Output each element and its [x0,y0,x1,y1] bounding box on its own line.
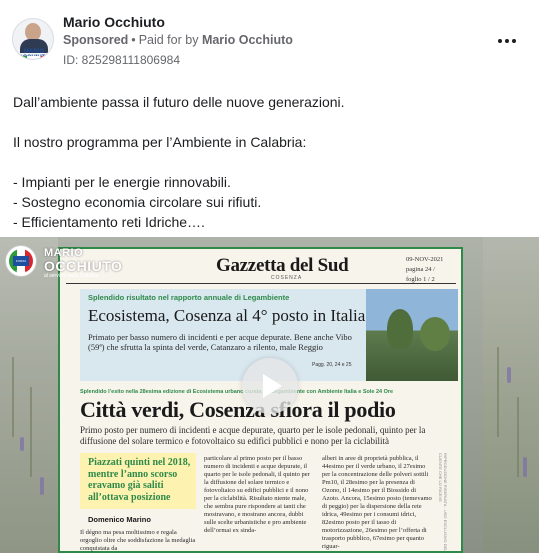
newspaper-masthead-sub: COSENZA [271,275,303,281]
ad-card: MARIO OCCHIUTO Mario Occhiuto Sponsored•… [0,0,539,560]
party-logo: FORZA ITALIA [5,245,37,277]
newspaper-masthead: Gazzetta del Sud [216,255,349,276]
sponsorship-line: Sponsored • Paid for by Mario Occhiuto [63,33,293,47]
ad-id: ID: 825298111806984 [63,53,180,67]
article-subheadline: Primo posto per numero di incidenti e ac… [80,425,426,446]
post-line: Dall’ambiente passa il futuro delle nuov… [13,94,345,110]
post-line: - Sostegno economia circolare sui rifiut… [13,194,262,210]
article-kicker: Splendido l’esito nella 28esima edizione… [80,389,394,395]
video-player[interactable]: Gazzetta del Sud COSENZA 09-NOV-2021 pag… [0,237,539,553]
post-text: Dall’ambiente passa il futuro delle nuov… [13,92,528,232]
article-byline: Domenico Marino [88,515,151,524]
paid-for-by-name: Mario Occhiuto [201,33,293,47]
avatar-flag-stripe [13,56,53,59]
post-line: - Impianti per le energie rinnovabili. [13,174,231,190]
city-photo [366,289,458,381]
copyright-strip: RIPRODUZIONE RISERVATA - USO ESCLUSIVO D… [438,453,448,552]
video-background-left [0,237,58,553]
post-line: Il nostro programma per l’Ambiente in Ca… [13,134,307,150]
page-name[interactable]: Mario Occhiuto [63,14,165,30]
pull-quote: Piazzati quinti nel 2018, mentre l’anno … [80,453,196,509]
more-horizontal-icon [498,39,516,43]
article-column-2: particolare al primo posto per il basso … [204,455,310,534]
box-body: Primato per basso numero di incidenti e … [88,332,352,352]
box-kicker: Splendido risultato nel rapporto annuale… [88,293,290,302]
pull-quote-text: Piazzati quinti nel 2018, mentre l’anno … [88,457,191,503]
masthead-rule [66,283,456,284]
article-column-3: alberi in aree di proprietà pubblica, il… [322,455,432,550]
separator-dot: • [131,33,136,47]
article-headline: Città verdi, Cosenza sfiora il podio [80,397,396,422]
newspaper-date: 09-NOV-2021 [406,256,444,263]
more-options-button[interactable] [494,28,520,54]
box-pages: Pagg. 20, 24 e 25 [312,362,352,368]
newspaper-page: pagina 24 / [406,266,435,273]
overlay-tagline: al servizio della Calabria [44,273,99,279]
sponsored-label: Sponsored [63,33,129,47]
play-icon [263,374,282,398]
overlay-name-last: OCCHIUTO [44,258,123,274]
play-button[interactable] [242,358,298,414]
newspaper-date-box: 09-NOV-2021 pagina 24 / foglio 1 / 2 [406,255,458,285]
box-title: Ecosistema, Cosenza al 4° posto in Itali… [88,306,366,325]
post-line: - Efficientamento reti Idriche…. [13,214,205,230]
video-background-right [483,237,539,553]
party-logo-text: FORZA ITALIA [13,256,29,273]
paid-for-by-prefix: Paid for by [138,33,199,47]
article-column-1: Il dégno ma pesa moltissimo e regala org… [80,529,196,552]
page-avatar[interactable]: MARIO OCCHIUTO [12,18,54,60]
